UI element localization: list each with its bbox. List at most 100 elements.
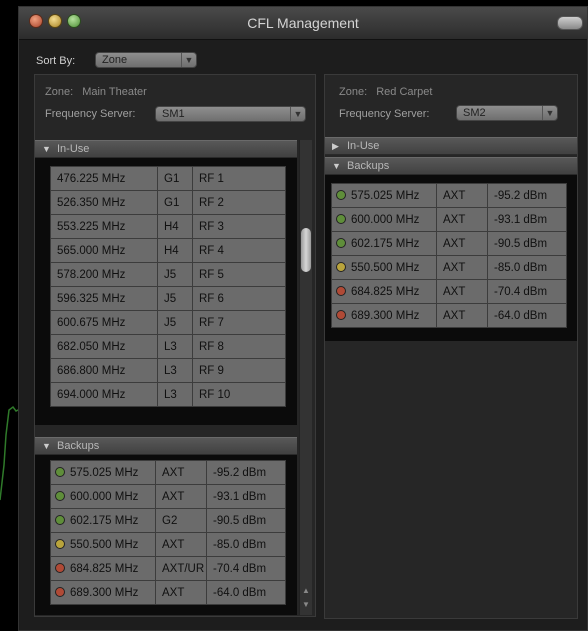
level-cell: -85.0 dBm	[487, 255, 567, 280]
in-use-table: 476.225 MHz G1 RF 1 526.350 MHz G1 RF 2 553.22…	[50, 166, 286, 407]
cfl-management-window: CFL Management Sort By: Zone ▼ Zone: Mai…	[18, 6, 588, 631]
status-dot-icon	[336, 213, 346, 224]
backups-table: 575.025 MHz AXT -95.2 dBm 600.000 MHz AXT -93…	[50, 460, 286, 605]
frequency-cell: 550.500 MHz	[50, 532, 156, 557]
level-cell: -93.1 dBm	[487, 207, 567, 232]
section-label: In-Use	[57, 143, 90, 155]
group-cell: AXT	[436, 231, 488, 256]
table-row[interactable]: 575.025 MHz AXT -95.2 dBm	[50, 460, 286, 485]
frequency-value: 602.175 MHz	[351, 237, 420, 250]
table-row[interactable]: 596.325 MHz J5 RF 6	[50, 286, 286, 311]
table-row[interactable]: 694.000 MHz L3 RF 10	[50, 382, 286, 407]
group-cell: L3	[157, 334, 193, 359]
status-dot-icon	[336, 237, 346, 248]
zone-scrollbar[interactable]: ▲ ▼	[299, 140, 312, 615]
table-row[interactable]: 476.225 MHz G1 RF 1	[50, 166, 286, 191]
channel-cell: RF 3	[192, 214, 286, 239]
table-row[interactable]: 578.200 MHz J5 RF 5	[50, 262, 286, 287]
zone-heading: Zone: Main Theater	[45, 86, 147, 98]
frequency-cell: 600.000 MHz	[331, 207, 437, 232]
status-dot-icon	[55, 490, 65, 501]
group-cell: G1	[157, 166, 193, 191]
frequency-value: 600.000 MHz	[351, 213, 420, 226]
status-dot-icon	[336, 189, 346, 200]
frequency-cell: 578.200 MHz	[50, 262, 158, 287]
table-row[interactable]: 553.225 MHz H4 RF 3	[50, 214, 286, 239]
chevron-down-icon: ▼	[290, 107, 305, 121]
frequency-value: 600.000 MHz	[70, 490, 139, 503]
table-row[interactable]: 602.175 MHz G2 -90.5 dBm	[50, 508, 286, 533]
status-dot-icon	[336, 309, 346, 320]
table-row[interactable]: 689.300 MHz AXT -64.0 dBm	[331, 303, 567, 328]
table-row[interactable]: 684.825 MHz AXT/UR -70.4 dBm	[50, 556, 286, 581]
group-cell: G1	[157, 190, 193, 215]
table-row[interactable]: 689.300 MHz AXT -64.0 dBm	[50, 580, 286, 605]
frequency-cell: 550.500 MHz	[331, 255, 437, 280]
in-use-section-header[interactable]: ▶ In-Use	[325, 137, 577, 155]
table-row[interactable]: 550.500 MHz AXT -85.0 dBm	[50, 532, 286, 557]
frequency-value: 689.300 MHz	[351, 309, 420, 322]
section-label: Backups	[57, 440, 100, 452]
frequency-cell: 600.000 MHz	[50, 484, 156, 509]
frequency-server-label: Frequency Server:	[45, 108, 136, 120]
level-cell: -64.0 dBm	[206, 580, 286, 605]
frequency-server-select[interactable]: SM2 ▼	[456, 105, 558, 121]
frequency-cell: 600.675 MHz	[50, 310, 158, 335]
frequency-value: 550.500 MHz	[351, 261, 420, 274]
table-row[interactable]: 684.825 MHz AXT -70.4 dBm	[331, 279, 567, 304]
scrollbar-thumb[interactable]	[301, 228, 311, 272]
status-dot-icon	[55, 538, 65, 549]
triangle-right-icon: ▶	[332, 141, 339, 151]
table-row[interactable]: 526.350 MHz G1 RF 2	[50, 190, 286, 215]
frequency-cell: 596.325 MHz	[50, 286, 158, 311]
backups-table: 575.025 MHz AXT -95.2 dBm 600.000 MHz AXT -93…	[331, 183, 567, 328]
group-cell: J5	[157, 310, 193, 335]
backups-section-header[interactable]: ▼ Backups	[35, 437, 297, 455]
sort-by-label: Sort By:	[36, 55, 76, 67]
table-row[interactable]: 600.675 MHz J5 RF 7	[50, 310, 286, 335]
frequency-cell: 565.000 MHz	[50, 238, 158, 263]
triangle-down-icon: ▼	[42, 441, 51, 451]
toolbar-toggle-button[interactable]	[557, 16, 583, 30]
level-cell: -85.0 dBm	[206, 532, 286, 557]
frequency-server-select[interactable]: SM1 ▼	[155, 106, 306, 122]
channel-cell: RF 9	[192, 358, 286, 383]
table-row[interactable]: 565.000 MHz H4 RF 4	[50, 238, 286, 263]
group-cell: AXT	[436, 207, 488, 232]
frequency-cell: 689.300 MHz	[331, 303, 437, 328]
table-row[interactable]: 550.500 MHz AXT -85.0 dBm	[331, 255, 567, 280]
frequency-cell: 602.175 MHz	[331, 231, 437, 256]
zone-label: Zone:	[45, 86, 74, 98]
group-cell: AXT	[155, 484, 207, 509]
frequency-value: 684.825 MHz	[351, 285, 420, 298]
backups-section-header[interactable]: ▼ Backups	[325, 157, 577, 175]
in-use-section-header[interactable]: ▼ In-Use	[35, 140, 297, 158]
table-row[interactable]: 686.800 MHz L3 RF 9	[50, 358, 286, 383]
section-label: In-Use	[347, 140, 380, 152]
table-row[interactable]: 682.050 MHz L3 RF 8	[50, 334, 286, 359]
frequency-value: 684.825 MHz	[70, 562, 139, 575]
frequency-cell: 602.175 MHz	[50, 508, 156, 533]
table-row[interactable]: 602.175 MHz AXT -90.5 dBm	[331, 231, 567, 256]
channel-cell: RF 1	[192, 166, 286, 191]
group-cell: AXT	[155, 532, 207, 557]
level-cell: -93.1 dBm	[206, 484, 286, 509]
sort-by-select[interactable]: Zone ▼	[95, 52, 197, 68]
table-row[interactable]: 600.000 MHz AXT -93.1 dBm	[331, 207, 567, 232]
table-row[interactable]: 600.000 MHz AXT -93.1 dBm	[50, 484, 286, 509]
title-bar[interactable]: CFL Management	[19, 7, 587, 40]
scroll-down-icon[interactable]: ▼	[300, 600, 312, 609]
chevron-down-icon: ▼	[542, 106, 557, 120]
table-row[interactable]: 575.025 MHz AXT -95.2 dBm	[331, 183, 567, 208]
group-cell: H4	[157, 214, 193, 239]
frequency-cell: 694.000 MHz	[50, 382, 158, 407]
group-cell: J5	[157, 262, 193, 287]
group-cell: H4	[157, 238, 193, 263]
status-dot-icon	[55, 586, 65, 597]
scroll-up-icon[interactable]: ▲	[300, 586, 312, 595]
background-signal-trace	[0, 405, 20, 501]
frequency-cell: 476.225 MHz	[50, 166, 158, 191]
zone-name: Red Carpet	[376, 86, 433, 98]
group-cell: AXT	[436, 279, 488, 304]
triangle-down-icon: ▼	[42, 144, 51, 154]
